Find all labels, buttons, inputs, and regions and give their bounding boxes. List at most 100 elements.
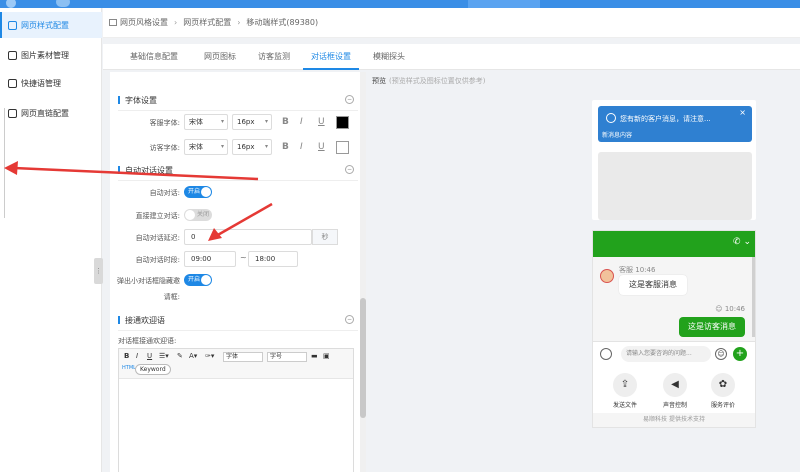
section-title: 字体设置 (125, 95, 157, 105)
service-avatar (600, 269, 614, 283)
preview-notification: 您有新的客户消息，请注意... 新消息内容 × (598, 106, 752, 142)
page-icon (8, 20, 17, 30)
editor-size-select[interactable]: 字号 (267, 352, 307, 362)
auto-dialog-header: 自动对话设置 − (118, 162, 358, 178)
toggle-knob (185, 210, 195, 220)
auto-dialog-toggle[interactable]: 开启 (184, 186, 212, 198)
editor-font-select[interactable]: 字体 (223, 352, 263, 362)
toggle-text: 关闭 (197, 211, 210, 218)
sidebar-item-label: 快捷语管理 (21, 78, 61, 88)
visitor-font-family-select[interactable]: 宋体 ▾ (184, 139, 228, 155)
preview-title: 预览 (372, 77, 386, 85)
chevron-right-icon: › (237, 18, 241, 27)
font-color-icon[interactable]: A▾ (189, 352, 197, 360)
tab-fuzzy-probe[interactable]: 模糊探头 (363, 44, 415, 70)
close-icon: × (739, 108, 746, 117)
tab-dialog-settings[interactable]: 对话框设置 (303, 44, 359, 70)
period-separator: ~ (240, 253, 247, 262)
toggle-knob (201, 187, 211, 197)
chevron-down-icon: ▾ (264, 118, 268, 125)
delay-label: 自动对话延迟: (135, 234, 180, 242)
sidebar-item-quick-reply[interactable]: 快捷语管理 (0, 70, 102, 96)
chat-header: ✆ ⌄ (593, 231, 755, 257)
top-active-tab[interactable] (468, 0, 540, 8)
service-font-color-picker[interactable] (336, 116, 349, 129)
section-marker (118, 316, 120, 324)
section-marker (118, 96, 120, 104)
highlight-icon[interactable]: ✑▾ (205, 352, 214, 360)
period-label: 自动对话时段: (135, 256, 180, 264)
hide-invite-toggle[interactable]: 开启 (184, 274, 212, 286)
keyword-button[interactable]: Keyword (135, 364, 171, 375)
tab-basic-info[interactable]: 基础信息配置 (119, 44, 189, 70)
welcome-header: 接通欢迎语 − (118, 312, 358, 328)
breadcrumb-item[interactable]: 网页样式配置 (183, 17, 231, 28)
italic-button[interactable]: I (300, 142, 303, 152)
underline-button[interactable]: U (318, 142, 325, 152)
upload-icon: ⇪ (613, 373, 637, 397)
delay-input[interactable]: 0 (184, 229, 312, 245)
service-font-label: 客服字体: (149, 119, 180, 127)
service-time: 10:46 (635, 266, 656, 274)
tab-page-icon[interactable]: 网页图标 (195, 44, 245, 70)
brand-logo (6, 0, 70, 8)
select-value: 16px (237, 118, 255, 126)
tab-visitor-monitor[interactable]: 访客监测 (249, 44, 299, 70)
visitor-font-label: 访客字体: (149, 144, 180, 152)
visitor-font-color-picker[interactable] (336, 141, 349, 154)
service-font-family-select[interactable]: 宋体 ▾ (184, 114, 228, 130)
auto-dialog-label: 自动对话: (149, 189, 180, 197)
underline-button[interactable]: U (318, 117, 325, 127)
sidebar-collapse-handle[interactable]: ⋮ (94, 258, 103, 284)
image-icon[interactable]: ▣ (323, 352, 330, 360)
font-settings-header: 字体设置 − (118, 92, 358, 108)
sidebar-item-label: 网页直链配置 (21, 108, 69, 118)
list-icon[interactable]: ☰▾ (159, 352, 169, 360)
emoji-icon: ☺ (715, 348, 727, 360)
chevron-down-icon: ▾ (264, 143, 268, 150)
logo-icon (6, 0, 16, 8)
bold-button[interactable]: B (282, 117, 289, 127)
tab-bar: 基础信息配置 网页图标 访客监测 对话框设置 模糊探头 (103, 44, 800, 70)
section-title: 自动对话设置 (125, 165, 173, 175)
notification-bell-icon (606, 113, 616, 123)
brush-icon[interactable]: ✎ (177, 352, 183, 360)
settings-scrollbar[interactable] (360, 72, 366, 472)
collapse-icon[interactable]: − (345, 315, 354, 324)
italic-button[interactable]: I (300, 117, 303, 127)
rating-icon: ✿ (711, 373, 735, 397)
settings-panel: 字体设置 − 客服字体: 宋体 ▾ 16px ▾ B I U 访客字体: 宋体 ▾ 1… (110, 72, 360, 472)
bold-button[interactable]: B (282, 142, 289, 152)
delay-unit: 秒 (312, 229, 338, 245)
tool-send-file: ⇪ 发送文件 (605, 373, 645, 409)
service-font-size-select[interactable]: 16px ▾ (232, 114, 272, 130)
chat-tools: ⇪ 发送文件 ◀ 声音控制 ✿ 服务评价 (593, 367, 755, 413)
sidebar-item-direct-link[interactable]: 网页直链配置 (0, 100, 102, 126)
visitor-font-size-select[interactable]: 16px ▾ (232, 139, 272, 155)
editor-bold-button[interactable]: B (124, 352, 129, 360)
scrollbar-thumb[interactable] (360, 298, 366, 418)
period-end-input[interactable]: 18:00 (248, 251, 298, 267)
image-upload-icon (600, 348, 612, 360)
editor-italic-button[interactable]: I (136, 352, 138, 360)
editor-underline-button[interactable]: U (147, 352, 152, 360)
period-start-input[interactable]: 09:00 (184, 251, 236, 267)
tool-label: 服务评价 (710, 402, 735, 409)
hr-icon[interactable]: ▬ (311, 352, 318, 360)
sidebar-item-page-style[interactable]: 网页样式配置 (0, 12, 102, 38)
tool-service-rating: ✿ 服务评价 (703, 373, 743, 409)
powered-by: 易顺科技 提供技术支持 (593, 413, 755, 427)
phone-chevron-icon: ✆ ⌄ (733, 237, 751, 247)
html-icon[interactable]: HTML (122, 365, 136, 371)
hide-invite-label-cont: 请框: (163, 293, 180, 301)
breadcrumb-item[interactable]: 网页风格设置 (120, 17, 168, 28)
collapse-icon[interactable]: − (345, 95, 354, 104)
direct-dialog-toggle[interactable]: 关闭 (184, 209, 212, 221)
service-name-time: 客服 10:46 (619, 265, 655, 275)
divider (118, 180, 358, 181)
visitor-time-text: 10:46 (724, 305, 745, 313)
welcome-rich-editor[interactable]: B I U ☰▾ ✎ A▾ ✑▾ 字体 字号 ▬ ▣ HTML Keyword (118, 348, 354, 472)
editor-toolbar: B I U ☰▾ ✎ A▾ ✑▾ 字体 字号 ▬ ▣ HTML Keyword (119, 349, 353, 379)
collapse-icon[interactable]: − (345, 165, 354, 174)
sidebar-item-image-assets[interactable]: 图片素材管理 (0, 42, 102, 68)
